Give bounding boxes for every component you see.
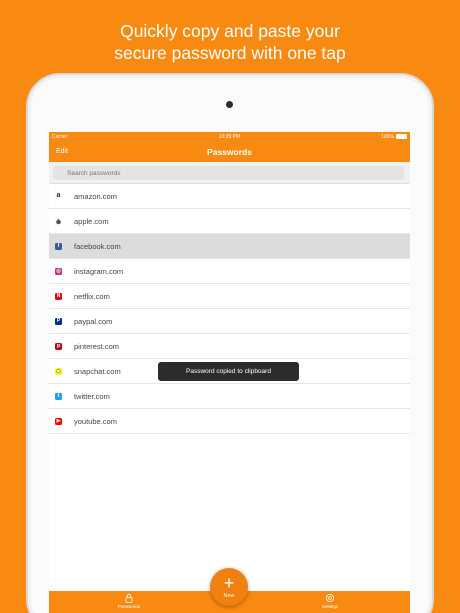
headline-line-2: secure password with one tap bbox=[114, 43, 346, 63]
camera-dot bbox=[226, 101, 233, 108]
list-item[interactable]: ▶ youtube.com bbox=[49, 409, 410, 434]
list-item[interactable]: Ppaypal.com bbox=[49, 309, 410, 334]
list-item[interactable]: ◎ instagram.com bbox=[49, 259, 410, 284]
netflix-icon: N bbox=[55, 293, 62, 300]
navigation-bar: Carrier 10:29 PM 100% Edit Passwords bbox=[49, 132, 410, 162]
status-bar: Carrier 10:29 PM 100% bbox=[49, 132, 410, 142]
battery-indicator: 100% bbox=[381, 134, 407, 140]
new-password-button[interactable]: + New bbox=[210, 568, 248, 606]
search-input[interactable] bbox=[53, 166, 404, 180]
new-button-label: New bbox=[223, 593, 235, 599]
tab-settings[interactable]: Settings bbox=[300, 593, 360, 609]
amazon-icon: a bbox=[55, 192, 62, 200]
tab-settings-label: Settings bbox=[321, 604, 339, 609]
list-item-label: amazon.com bbox=[74, 192, 117, 201]
search-bar: ⌕ bbox=[49, 162, 410, 184]
status-time: 10:29 PM bbox=[218, 134, 241, 140]
list-item-label: apple.com bbox=[74, 217, 109, 226]
list-item-label: facebook.com bbox=[74, 242, 121, 251]
list-item-label: pinterest.com bbox=[74, 342, 120, 351]
list-item[interactable]: t twitter.com bbox=[49, 384, 410, 409]
tab-passwords[interactable]: Passwords bbox=[99, 593, 159, 609]
lock-icon bbox=[125, 593, 133, 603]
paypal-icon: P bbox=[55, 318, 62, 325]
tab-passwords-label: Passwords bbox=[117, 604, 140, 609]
list-item-label: netflix.com bbox=[74, 292, 110, 301]
twitter-icon: t bbox=[55, 393, 62, 400]
youtube-icon: ▶ bbox=[55, 418, 62, 425]
password-list: a amazon.com apple.com f facebook.com ◎ instag… bbox=[49, 184, 410, 434]
list-item-label: youtube.com bbox=[74, 417, 117, 426]
list-item-label: paypal.com bbox=[74, 317, 113, 326]
list-item-label: snapchat.com bbox=[74, 367, 121, 376]
facebook-icon: f bbox=[55, 243, 62, 250]
gear-icon bbox=[326, 594, 334, 602]
list-item[interactable]: p pinterest.com bbox=[49, 334, 410, 359]
list-item-label: instagram.com bbox=[74, 267, 124, 276]
list-item[interactable]: apple.com bbox=[49, 209, 410, 234]
headline: Quickly copy and paste your secure passw… bbox=[0, 20, 460, 64]
list-item-label: twitter.com bbox=[74, 392, 110, 401]
list-item[interactable]: a amazon.com bbox=[49, 184, 410, 209]
snapchat-icon bbox=[55, 368, 62, 375]
instagram-icon: ◎ bbox=[55, 268, 62, 275]
battery-icon bbox=[396, 134, 407, 140]
plus-icon: + bbox=[223, 573, 235, 593]
pinterest-icon: p bbox=[55, 343, 62, 350]
battery-percent: 100% bbox=[381, 134, 394, 140]
headline-line-1: Quickly copy and paste your bbox=[120, 21, 340, 41]
list-item[interactable]: Nnetflix.com bbox=[49, 284, 410, 309]
copied-toast: Password copied to clipboard bbox=[158, 362, 299, 381]
page-title: Passwords bbox=[207, 147, 252, 157]
apple-icon bbox=[55, 218, 62, 225]
list-item[interactable]: f facebook.com bbox=[49, 234, 410, 259]
